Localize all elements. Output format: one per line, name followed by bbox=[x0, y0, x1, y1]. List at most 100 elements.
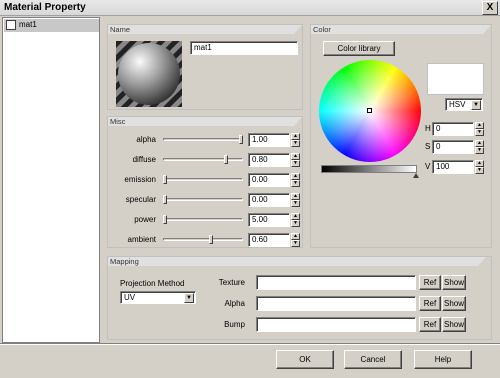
color-panel: Color Color library HSV ▼ H 0 ▲ ▼ S 0 ▲ ▼ … bbox=[310, 24, 492, 248]
spin-up-icon[interactable]: ▲ bbox=[291, 173, 300, 180]
diffuse-slider-thumb[interactable] bbox=[224, 155, 228, 164]
specular-slider-track[interactable] bbox=[163, 198, 243, 201]
misc-label: emission bbox=[124, 175, 156, 184]
texture-show-button[interactable]: Show bbox=[442, 275, 466, 290]
name-panel: Name mat1 bbox=[107, 24, 303, 110]
spin-down-icon[interactable]: ▼ bbox=[291, 180, 300, 187]
emission-slider-track[interactable] bbox=[163, 178, 243, 181]
texture-ref-button[interactable]: Ref bbox=[419, 275, 441, 290]
power-input[interactable]: 5.00 bbox=[248, 213, 290, 227]
alpha-ref-button[interactable]: Ref bbox=[419, 296, 441, 311]
h-label: H bbox=[425, 124, 431, 133]
misc-panel-header: Misc bbox=[108, 117, 302, 126]
bump-ref-button[interactable]: Ref bbox=[419, 317, 441, 332]
s-spinner[interactable]: ▲ ▼ bbox=[475, 140, 484, 154]
v-spinner[interactable]: ▲ ▼ bbox=[475, 160, 484, 174]
projection-method-select[interactable]: UV ▼ bbox=[120, 291, 196, 304]
mapping-panel: Mapping Projection Method UV ▼ Texture R… bbox=[107, 256, 492, 340]
projection-method-value: UV bbox=[124, 293, 136, 302]
v-input[interactable]: 100 bbox=[432, 160, 474, 174]
close-icon: X bbox=[486, 2, 494, 13]
value-gradient-bar[interactable] bbox=[321, 165, 417, 173]
help-button[interactable]: Help bbox=[414, 350, 472, 369]
spin-down-icon[interactable]: ▼ bbox=[291, 200, 300, 207]
ambient-slider-thumb[interactable] bbox=[209, 235, 213, 244]
specular-input[interactable]: 0.00 bbox=[248, 193, 290, 207]
misc-panel: Misc alpha 1.00 ▲ ▼ diffuse 0.80 ▲ ▼ emiss… bbox=[107, 116, 303, 248]
emission-input[interactable]: 0.00 bbox=[248, 173, 290, 187]
s-input[interactable]: 0 bbox=[432, 140, 474, 154]
ambient-input[interactable]: 0.60 bbox=[248, 233, 290, 247]
misc-label: alpha bbox=[136, 135, 156, 144]
misc-label: diffuse bbox=[132, 155, 156, 164]
title-bar: Material Property X bbox=[0, 0, 500, 16]
power-slider-track[interactable] bbox=[163, 218, 243, 221]
s-label: S bbox=[425, 142, 431, 151]
spin-up-icon[interactable]: ▲ bbox=[291, 213, 300, 220]
v-label: V bbox=[425, 162, 431, 171]
color-panel-header: Color bbox=[311, 25, 491, 34]
close-button[interactable]: X bbox=[482, 1, 498, 15]
material-name-input[interactable]: mat1 bbox=[190, 41, 298, 55]
h-spinner[interactable]: ▲ ▼ bbox=[475, 122, 484, 136]
spin-up-icon[interactable]: ▲ bbox=[291, 133, 300, 140]
material-tree[interactable]: mat1 bbox=[2, 17, 100, 343]
ambient-slider-track[interactable] bbox=[163, 238, 243, 241]
ok-button[interactable]: OK bbox=[276, 350, 334, 369]
alpha-input[interactable]: 1.00 bbox=[248, 133, 290, 147]
ambient-spinner[interactable]: ▲ ▼ bbox=[291, 233, 300, 247]
color-mode-value: HSV bbox=[449, 100, 466, 109]
bump-label: Bump bbox=[224, 320, 245, 329]
spin-up-icon[interactable]: ▲ bbox=[291, 193, 300, 200]
spin-down-icon[interactable]: ▼ bbox=[475, 147, 484, 154]
alpha-label: Alpha bbox=[224, 299, 245, 308]
spin-down-icon[interactable]: ▼ bbox=[475, 129, 484, 136]
color-library-button[interactable]: Color library bbox=[323, 41, 395, 56]
spin-up-icon[interactable]: ▲ bbox=[291, 153, 300, 160]
tree-item-checkbox[interactable] bbox=[6, 20, 16, 30]
color-swatch bbox=[427, 63, 484, 95]
diffuse-spinner[interactable]: ▲ ▼ bbox=[291, 153, 300, 167]
spin-up-icon[interactable]: ▲ bbox=[475, 140, 484, 147]
projection-method-label: Projection Method bbox=[120, 279, 185, 288]
alpha-spinner[interactable]: ▲ ▼ bbox=[291, 133, 300, 147]
alpha-slider-track[interactable] bbox=[163, 138, 243, 141]
misc-label: ambient bbox=[127, 235, 156, 244]
spin-up-icon[interactable]: ▲ bbox=[291, 233, 300, 240]
diffuse-input[interactable]: 0.80 bbox=[248, 153, 290, 167]
alpha-show-button[interactable]: Show bbox=[442, 296, 466, 311]
alpha-path-input[interactable] bbox=[256, 296, 416, 311]
value-slider-marker-icon[interactable] bbox=[413, 173, 419, 178]
spin-up-icon[interactable]: ▲ bbox=[475, 160, 484, 167]
power-spinner[interactable]: ▲ ▼ bbox=[291, 213, 300, 227]
bump-show-button[interactable]: Show bbox=[442, 317, 466, 332]
spin-down-icon[interactable]: ▼ bbox=[291, 240, 300, 247]
spin-down-icon[interactable]: ▼ bbox=[291, 160, 300, 167]
cancel-button[interactable]: Cancel bbox=[344, 350, 402, 369]
tree-item-label: mat1 bbox=[19, 20, 37, 29]
specular-spinner[interactable]: ▲ ▼ bbox=[291, 193, 300, 207]
specular-slider-thumb[interactable] bbox=[163, 195, 167, 204]
tree-item-mat1[interactable]: mat1 bbox=[4, 19, 99, 32]
mapping-panel-header: Mapping bbox=[108, 257, 486, 266]
color-mode-select[interactable]: HSV ▼ bbox=[445, 98, 483, 111]
chevron-down-icon: ▼ bbox=[471, 100, 481, 110]
bump-path-input[interactable] bbox=[256, 317, 416, 332]
window-title: Material Property bbox=[4, 2, 86, 13]
texture-path-input[interactable] bbox=[256, 275, 416, 290]
material-preview-sphere bbox=[116, 41, 182, 107]
footer-divider bbox=[0, 343, 500, 345]
h-input[interactable]: 0 bbox=[432, 122, 474, 136]
spin-up-icon[interactable]: ▲ bbox=[475, 122, 484, 129]
diffuse-slider-track[interactable] bbox=[163, 158, 243, 161]
texture-label: Texture bbox=[218, 278, 245, 287]
spin-down-icon[interactable]: ▼ bbox=[291, 220, 300, 227]
emission-spinner[interactable]: ▲ ▼ bbox=[291, 173, 300, 187]
color-wheel-cursor[interactable] bbox=[367, 108, 372, 113]
alpha-slider-thumb[interactable] bbox=[239, 135, 243, 144]
misc-label: power bbox=[134, 215, 156, 224]
spin-down-icon[interactable]: ▼ bbox=[291, 140, 300, 147]
power-slider-thumb[interactable] bbox=[163, 215, 167, 224]
spin-down-icon[interactable]: ▼ bbox=[475, 167, 484, 174]
emission-slider-thumb[interactable] bbox=[163, 175, 167, 184]
